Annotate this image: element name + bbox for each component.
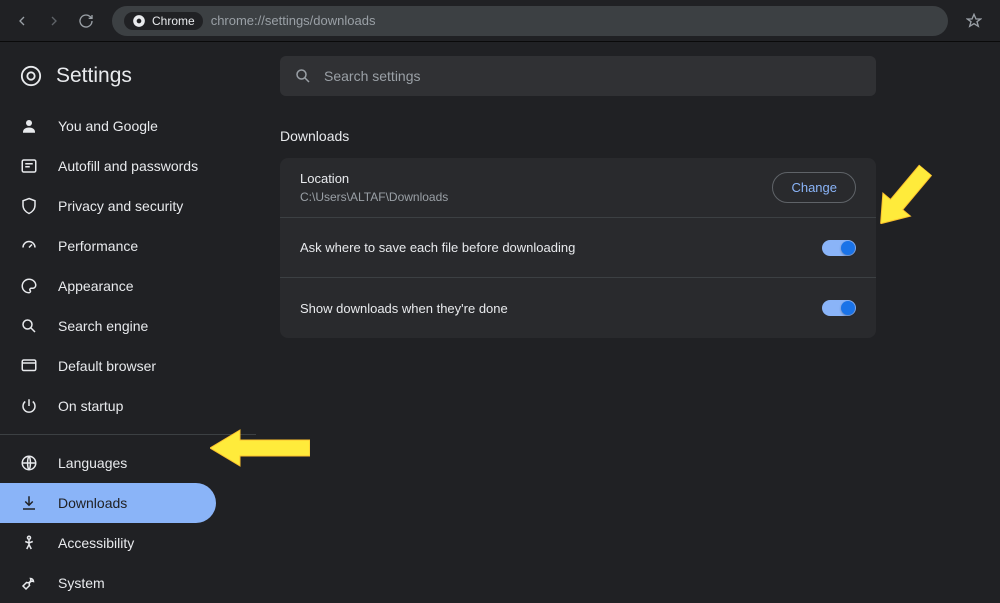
back-button[interactable] (8, 7, 36, 35)
location-path: C:\Users\ALTAF\Downloads (300, 190, 448, 204)
search-input[interactable] (324, 68, 862, 84)
forward-button[interactable] (40, 7, 68, 35)
address-bar[interactable]: Chrome chrome://settings/downloads (112, 6, 948, 36)
section-title: Downloads (280, 128, 976, 144)
site-chip[interactable]: Chrome (124, 12, 203, 30)
nav-item-default-browser[interactable]: Default browser (0, 346, 256, 386)
browser-toolbar: Chrome chrome://settings/downloads (0, 0, 1000, 42)
search-icon (294, 67, 312, 85)
nav-item-search-engine[interactable]: Search engine (0, 306, 256, 346)
nav-item-appearance[interactable]: Appearance (0, 266, 256, 306)
speedometer-icon (20, 237, 38, 255)
shield-icon (20, 197, 38, 215)
app-title: Settings (56, 64, 132, 88)
nav-item-privacy[interactable]: Privacy and security (0, 186, 256, 226)
nav-item-system[interactable]: System (0, 563, 256, 603)
nav-item-downloads[interactable]: Downloads (0, 483, 216, 523)
url-text: chrome://settings/downloads (211, 13, 376, 28)
downloads-card: Location C:\Users\ALTAF\Downloads Change… (280, 158, 876, 338)
ask-row: Ask where to save each file before downl… (280, 218, 876, 278)
nav-item-you-and-google[interactable]: You and Google (0, 106, 256, 146)
nav-item-on-startup[interactable]: On startup (0, 386, 256, 426)
app-title-row: Settings (0, 56, 256, 106)
nav-item-languages[interactable]: Languages (0, 443, 256, 483)
reload-button[interactable] (72, 7, 100, 35)
palette-icon (20, 277, 38, 295)
nav-item-autofill[interactable]: Autofill and passwords (0, 146, 256, 186)
location-row: Location C:\Users\ALTAF\Downloads Change (280, 158, 876, 218)
accessibility-icon (20, 534, 38, 552)
person-icon (20, 117, 38, 135)
content-area: Downloads Location C:\Users\ALTAF\Downlo… (256, 42, 1000, 536)
nav-item-performance[interactable]: Performance (0, 226, 256, 266)
nav-divider (0, 434, 256, 435)
bookmark-button[interactable] (960, 7, 988, 35)
change-button[interactable]: Change (772, 172, 856, 203)
autofill-icon (20, 157, 38, 175)
globe-icon (20, 454, 38, 472)
settings-sidebar: Settings You and Google Autofill and pas… (0, 42, 256, 536)
search-icon (20, 317, 38, 335)
ask-toggle[interactable] (822, 240, 856, 256)
wrench-icon (20, 574, 38, 592)
power-icon (20, 397, 38, 415)
download-icon (20, 494, 38, 512)
location-label: Location (300, 171, 448, 186)
settings-search[interactable] (280, 56, 876, 96)
show-row: Show downloads when they're done (280, 278, 876, 338)
settings-icon (20, 65, 42, 87)
chip-label: Chrome (152, 14, 195, 28)
show-toggle[interactable] (822, 300, 856, 316)
browser-icon (20, 357, 38, 375)
chrome-icon (132, 14, 146, 28)
nav-item-accessibility[interactable]: Accessibility (0, 523, 256, 563)
